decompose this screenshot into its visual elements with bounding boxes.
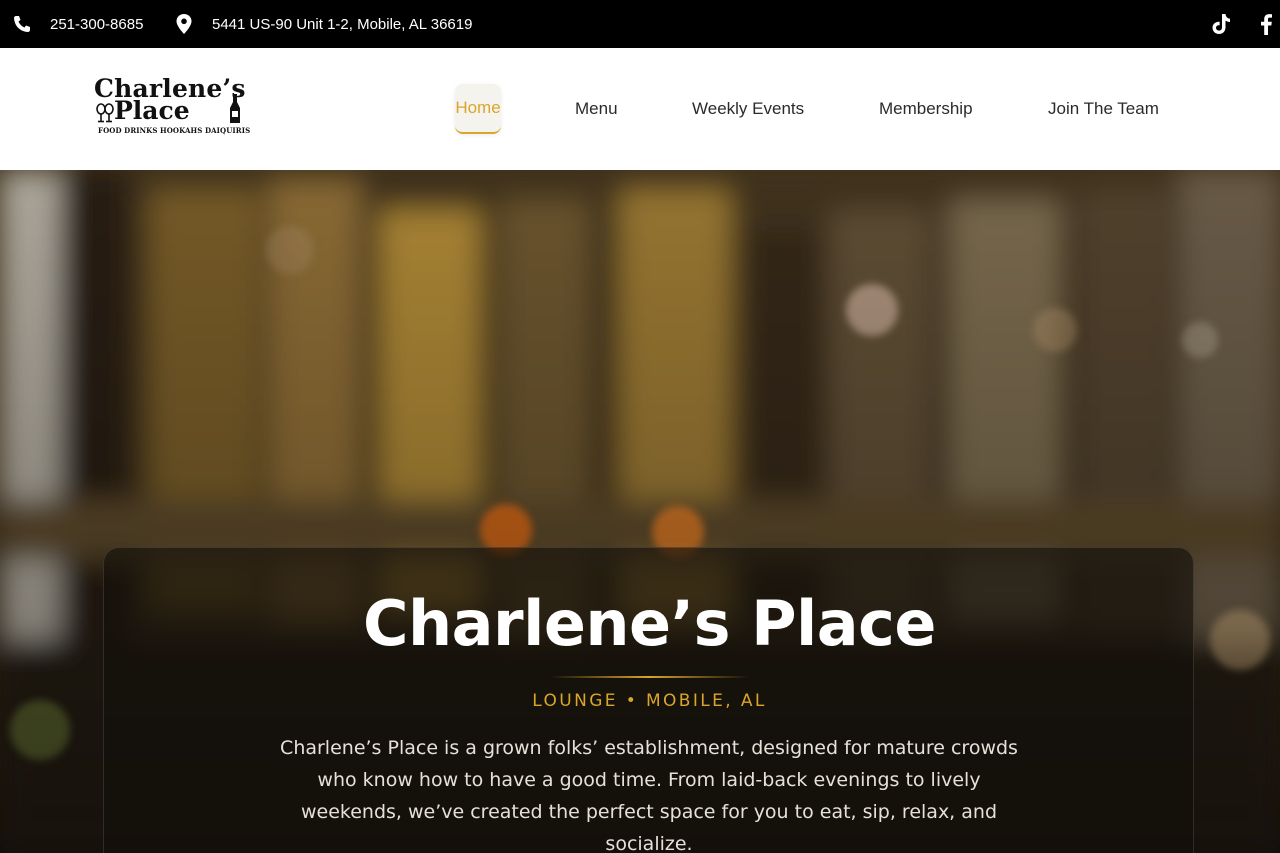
nav-join-the-team[interactable]: Join The Team [1048,84,1159,134]
hero-description: Charlene’s Place is a grown folks’ estab… [280,737,1018,853]
logo-wordmark-place: Place [114,96,190,125]
hero-divider [549,676,749,678]
tiktok-icon[interactable] [1211,13,1231,35]
site-header: Charlene’s Place FOOD DRINKS HOOKAHS DAI… [0,48,1280,170]
hero-title: Charlene’s Place [363,587,936,660]
address-link[interactable]: 5441 US-90 Unit 1-2, Mobile, AL 36619 [212,0,472,48]
wine-glass-icon [96,103,114,123]
phone-number-link[interactable]: 251-300-8685 [50,0,143,48]
hero-section: Charlene’s Place LOUNGE • MOBILE, AL Cha… [0,170,1280,853]
top-bar: 251-300-8685 5441 US-90 Unit 1-2, Mobile… [0,0,1280,48]
hero-card: Charlene’s Place LOUNGE • MOBILE, AL Cha… [103,547,1194,853]
facebook-icon[interactable] [1259,13,1273,35]
map-pin-icon [176,14,192,34]
hero-subtitle: LOUNGE • MOBILE, AL [532,691,767,711]
site-logo[interactable]: Charlene’s Place FOOD DRINKS HOOKAHS DAI… [94,76,260,140]
nav-menu[interactable]: Menu [575,84,618,134]
phone-icon[interactable] [12,14,32,34]
nav-membership[interactable]: Membership [879,84,973,134]
nav-weekly-events[interactable]: Weekly Events [692,84,804,134]
nav-home[interactable]: Home [455,84,501,134]
bottle-icon [230,94,240,123]
logo-tagline: FOOD DRINKS HOOKAHS DAIQUIRIS [98,126,251,135]
